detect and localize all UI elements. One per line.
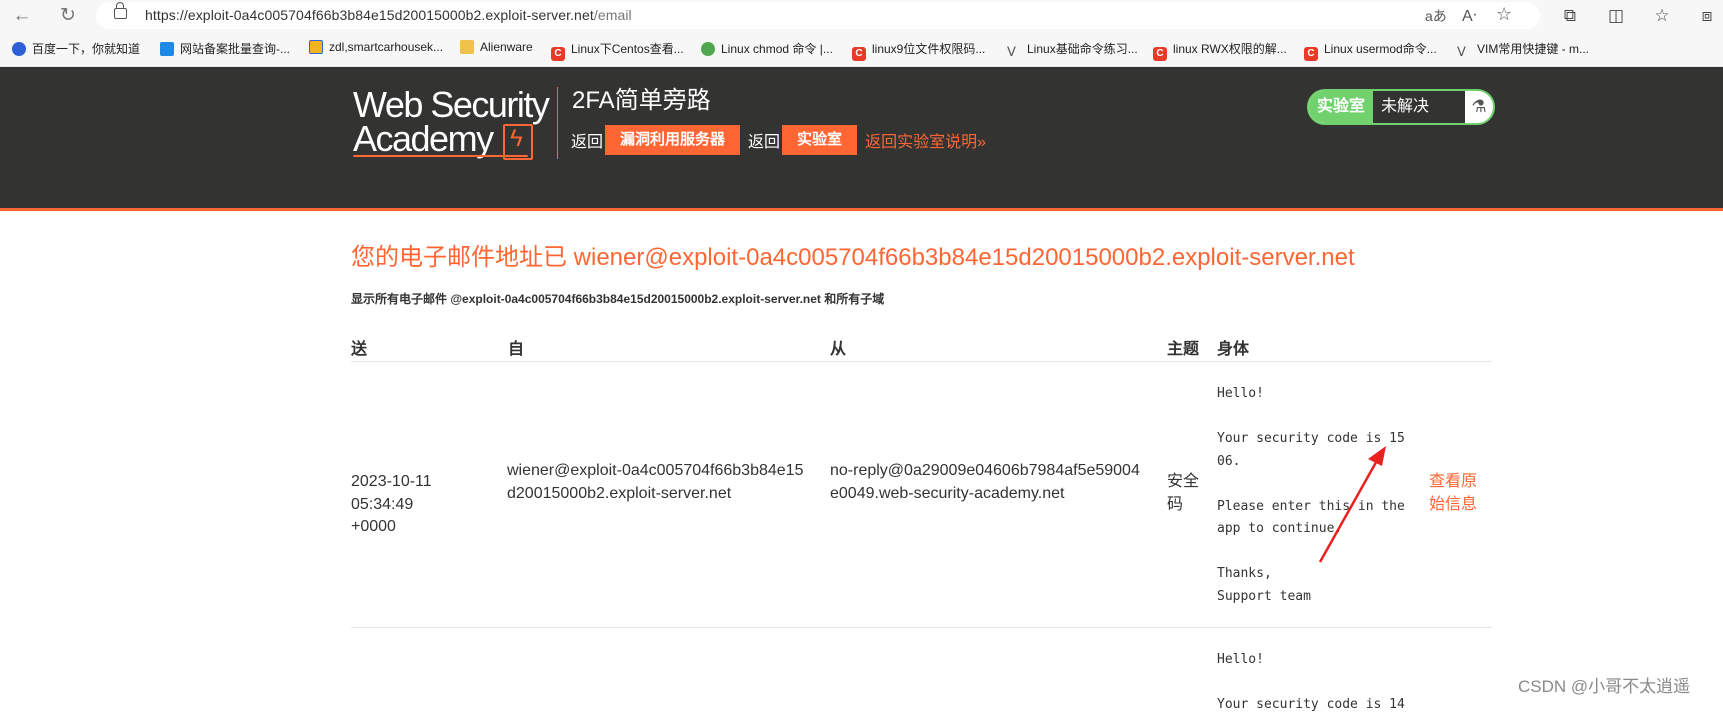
csdn-watermark: CSDN @小哥不太逍遥 — [1518, 677, 1691, 696]
arrow-shaft — [1318, 456, 1381, 563]
arrow-head — [1368, 446, 1386, 466]
red-annotation-arrow — [1318, 446, 1386, 563]
